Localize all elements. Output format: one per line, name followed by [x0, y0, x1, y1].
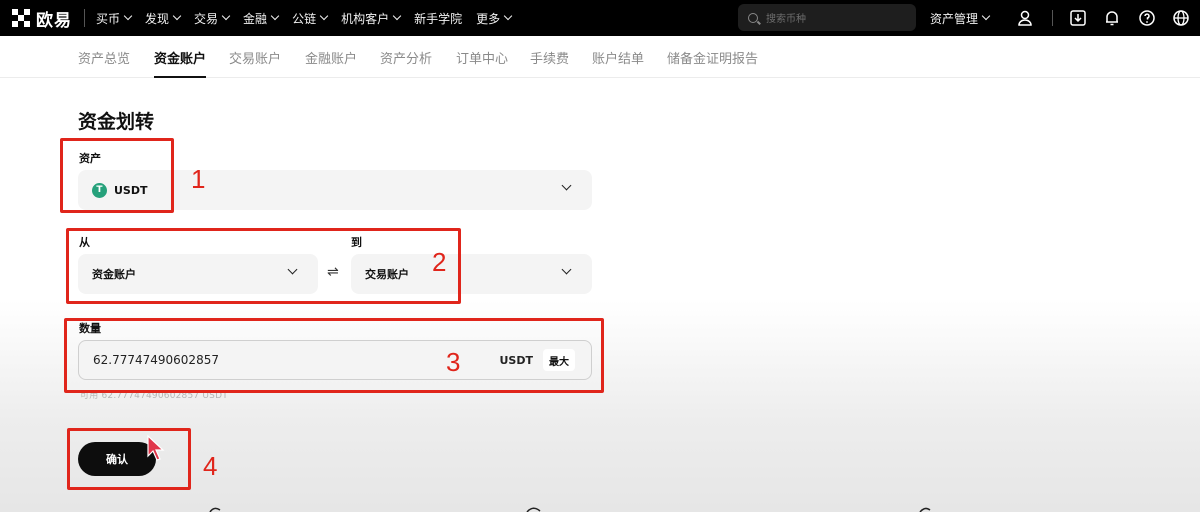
- tab-proof-of-reserves[interactable]: 储备金证明报告: [667, 36, 758, 78]
- nav-item-buy[interactable]: 买币: [96, 10, 133, 27]
- nav-item-trade[interactable]: 交易: [194, 10, 231, 27]
- chevron-down-icon: [981, 11, 991, 21]
- confirm-button[interactable]: 确认: [78, 442, 156, 476]
- okx-logo-icon: [12, 9, 30, 27]
- available-balance: 可用 62.77747490602857 USDT: [80, 391, 228, 401]
- search-icon: [748, 12, 758, 23]
- usdt-coin-icon: T: [92, 182, 107, 198]
- chevron-down-icon: [392, 11, 402, 21]
- chevron-down-icon: [503, 11, 513, 21]
- divider: [84, 9, 85, 27]
- asset-label: 资产: [79, 152, 101, 165]
- chevron-down-icon: [123, 11, 133, 21]
- page-title: 资金划转: [78, 111, 155, 133]
- mouse-cursor-icon: [147, 434, 165, 461]
- download-icon[interactable]: [1068, 8, 1088, 28]
- from-label: 从: [79, 236, 90, 249]
- nav-item-chain[interactable]: 公链: [292, 10, 329, 27]
- chevron-down-icon: [221, 11, 231, 21]
- from-account-value: 资金账户: [92, 268, 136, 281]
- from-account-select[interactable]: 资金账户: [78, 254, 318, 294]
- bell-icon[interactable]: [1102, 8, 1122, 28]
- chevron-down-icon: [561, 180, 572, 191]
- nav-item-finance[interactable]: 金融: [243, 10, 280, 27]
- user-icon[interactable]: [1015, 8, 1035, 28]
- chevron-down-icon: [270, 11, 280, 21]
- tab-asset-analysis[interactable]: 资产分析: [380, 36, 432, 78]
- chevron-down-icon: [561, 264, 572, 275]
- tab-asset-overview[interactable]: 资产总览: [78, 36, 130, 78]
- brand-name: 欧易: [36, 10, 72, 31]
- chevron-down-icon: [172, 11, 182, 21]
- amount-input[interactable]: 62.77747490602857 USDT 最大: [78, 340, 592, 380]
- top-nav-bar: 欧易 买币 发现 交易 金融 公链 机构客户 新手学院 更多 搜索币种 资产管理: [0, 0, 1200, 36]
- tab-account-statement[interactable]: 账户结单: [592, 36, 644, 78]
- annotation-number-3: 3: [446, 347, 461, 377]
- nav-item-discover[interactable]: 发现: [145, 10, 182, 27]
- to-label: 到: [351, 236, 362, 249]
- asset-value: USDT: [114, 183, 148, 197]
- amount-label: 数量: [79, 322, 101, 335]
- to-account-value: 交易账户: [365, 268, 409, 281]
- search-placeholder: 搜索币种: [766, 14, 806, 25]
- tab-trading-account[interactable]: 交易账户: [229, 36, 281, 78]
- chevron-down-icon: [319, 11, 329, 21]
- max-button[interactable]: 最大: [543, 349, 575, 371]
- asset-management-menu[interactable]: 资产管理: [930, 0, 991, 36]
- asset-management-label: 资产管理: [930, 11, 979, 26]
- nav-item-more[interactable]: 更多: [476, 10, 513, 27]
- main-nav: 买币 发现 交易 金融 公链 机构客户 新手学院 更多: [96, 0, 525, 36]
- divider: [1052, 10, 1053, 26]
- annotation-number-4: 4: [203, 451, 218, 481]
- chevron-down-icon: [287, 264, 298, 275]
- tab-order-center[interactable]: 订单中心: [456, 36, 508, 78]
- nav-item-institutional[interactable]: 机构客户: [341, 10, 402, 27]
- asset-select[interactable]: T USDT: [78, 170, 592, 210]
- tab-finance-account[interactable]: 金融账户: [305, 36, 357, 78]
- amount-value: 62.77747490602857: [93, 353, 219, 367]
- account-subnav: 资产总览 资金账户 交易账户 金融账户 资产分析 订单中心 手续费 账户结单 储…: [0, 36, 1200, 78]
- help-icon[interactable]: [1137, 8, 1157, 28]
- globe-icon[interactable]: [1171, 8, 1191, 28]
- to-account-select[interactable]: 交易账户: [351, 254, 592, 294]
- brand-logo[interactable]: 欧易: [12, 0, 72, 36]
- annotation-number-1: 1: [191, 164, 206, 194]
- annotation-number-2: 2: [432, 247, 447, 277]
- amount-unit: USDT: [499, 353, 534, 367]
- swap-direction-icon[interactable]: ⇌: [327, 264, 339, 280]
- search-input[interactable]: 搜索币种: [738, 4, 916, 31]
- tab-fees[interactable]: 手续费: [530, 36, 569, 78]
- tab-funding-account[interactable]: 资金账户: [154, 36, 207, 78]
- cropped-content-edge: [209, 507, 931, 512]
- nav-item-academy[interactable]: 新手学院: [414, 10, 462, 27]
